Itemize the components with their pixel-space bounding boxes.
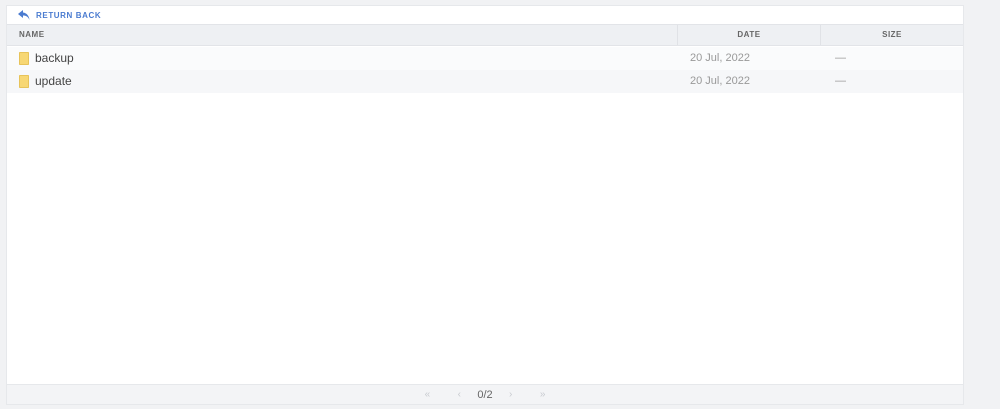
file-date: 20 Jul, 2022 — [690, 52, 750, 64]
first-page-button[interactable]: « — [420, 389, 434, 400]
table-header: NAME DATE SIZE — [7, 24, 963, 46]
toolbar: RETURN BACK — [7, 6, 963, 24]
page-indicator: 0/2 — [477, 388, 493, 401]
file-name-cell: update — [19, 70, 72, 93]
folder-icon — [19, 52, 29, 65]
prev-page-button[interactable]: ‹ — [452, 389, 466, 400]
file-date: 20 Jul, 2022 — [690, 75, 750, 87]
file-size: — — [835, 52, 846, 64]
file-name-cell: backup — [19, 47, 74, 70]
return-back-label: RETURN BACK — [36, 10, 102, 20]
table-row[interactable]: backup 20 Jul, 2022 — — [7, 47, 963, 70]
return-back-button[interactable]: RETURN BACK — [17, 9, 101, 21]
file-list: backup 20 Jul, 2022 — update 20 Jul, 202… — [7, 47, 963, 93]
return-back-arrow-icon — [18, 10, 30, 20]
column-header-name[interactable]: NAME — [19, 25, 45, 45]
file-browser-panel: RETURN BACK NAME DATE SIZE backup 20 Jul… — [6, 5, 964, 405]
column-header-size[interactable]: SIZE — [821, 25, 963, 45]
last-page-button[interactable]: » — [536, 389, 550, 400]
next-page-button[interactable]: › — [504, 389, 518, 400]
column-header-date[interactable]: DATE — [677, 25, 821, 45]
folder-icon — [19, 75, 29, 88]
pagination: « ‹ 0/2 › » — [7, 384, 963, 404]
table-row[interactable]: update 20 Jul, 2022 — — [7, 70, 963, 93]
file-size: — — [835, 75, 846, 87]
folder-name[interactable]: update — [35, 70, 72, 93]
folder-name[interactable]: backup — [35, 47, 74, 70]
